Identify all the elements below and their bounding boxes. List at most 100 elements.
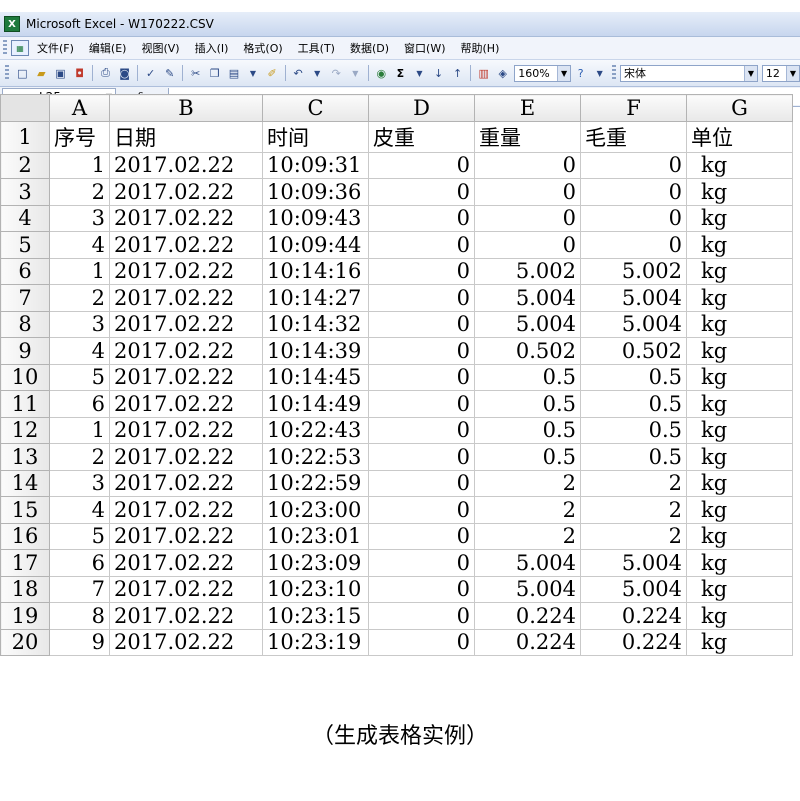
chevron-down-icon[interactable]: ▼	[245, 65, 260, 81]
research-icon[interactable]: ✎	[162, 65, 177, 81]
cell[interactable]: 7	[49, 575, 110, 603]
row-header[interactable]: 6	[0, 257, 50, 285]
menu-data[interactable]: 数据(D)	[350, 40, 389, 56]
cell[interactable]: 0	[368, 496, 475, 524]
cell[interactable]: 0	[368, 575, 475, 603]
menu-file[interactable]: 文件(F)	[37, 40, 74, 56]
cell[interactable]: 0.5	[474, 416, 581, 444]
cell[interactable]: 10:23:00	[262, 496, 369, 524]
cell[interactable]: 4	[49, 496, 110, 524]
cell[interactable]: 2017.02.22	[109, 416, 263, 444]
cell[interactable]: kg	[686, 575, 793, 603]
cell[interactable]: kg	[686, 337, 793, 365]
cell[interactable]: 10:14:32	[262, 310, 369, 338]
column-header[interactable]: F	[580, 94, 687, 122]
cell[interactable]: 5.004	[474, 549, 581, 577]
cell[interactable]: 0	[474, 204, 581, 232]
cell[interactable]: 5.004	[474, 284, 581, 312]
cell[interactable]: 2017.02.22	[109, 549, 263, 577]
cell[interactable]: 2017.02.22	[109, 310, 263, 338]
cell[interactable]: 1	[49, 257, 110, 285]
cell[interactable]: 3	[49, 204, 110, 232]
cell[interactable]: 0	[368, 390, 475, 418]
cell[interactable]: kg	[686, 549, 793, 577]
row-header[interactable]: 5	[0, 231, 50, 259]
cell[interactable]: kg	[686, 416, 793, 444]
cell[interactable]: 时间	[262, 120, 369, 153]
cell[interactable]: 5	[49, 522, 110, 550]
format-painter-icon[interactable]: ✐	[265, 65, 280, 81]
redo-icon[interactable]: ↷	[329, 65, 344, 81]
row-header[interactable]: 4	[0, 204, 50, 232]
cell[interactable]: 0.5	[474, 443, 581, 471]
column-header[interactable]: C	[262, 94, 369, 122]
row-header[interactable]: 15	[0, 496, 50, 524]
cell[interactable]: kg	[686, 602, 793, 630]
save-icon[interactable]: ▣	[53, 65, 68, 81]
cell[interactable]: 4	[49, 231, 110, 259]
cell[interactable]: 毛重	[580, 120, 687, 153]
row-header[interactable]: 11	[0, 390, 50, 418]
cell[interactable]: 2	[580, 469, 687, 497]
paste-icon[interactable]: ▤	[226, 65, 241, 81]
cell[interactable]: 10:09:36	[262, 178, 369, 206]
cell[interactable]: 0	[368, 602, 475, 630]
cell[interactable]: kg	[686, 284, 793, 312]
chevron-down-icon[interactable]: ▼	[785, 65, 799, 81]
cell[interactable]: 2017.02.22	[109, 284, 263, 312]
cell[interactable]: 0	[580, 178, 687, 206]
row-header[interactable]: 12	[0, 416, 50, 444]
row-header[interactable]: 8	[0, 310, 50, 338]
row-header[interactable]: 10	[0, 363, 50, 391]
cell[interactable]: 6	[49, 390, 110, 418]
cell[interactable]: 0.502	[474, 337, 581, 365]
column-header[interactable]: G	[686, 94, 793, 122]
cell[interactable]: 2	[474, 496, 581, 524]
cut-icon[interactable]: ✂	[188, 65, 203, 81]
cell[interactable]: 0.5	[474, 363, 581, 391]
cell[interactable]: 10:14:39	[262, 337, 369, 365]
cell[interactable]: kg	[686, 443, 793, 471]
cell[interactable]: 0.224	[580, 602, 687, 630]
cell[interactable]: 2	[49, 443, 110, 471]
menu-insert[interactable]: 插入(I)	[195, 40, 229, 56]
cell[interactable]: 1	[49, 416, 110, 444]
cell[interactable]: 2017.02.22	[109, 390, 263, 418]
cell[interactable]: 0	[368, 231, 475, 259]
cell[interactable]: 0	[474, 151, 581, 179]
cell[interactable]: 2017.02.22	[109, 257, 263, 285]
hyperlink-icon[interactable]: ◉	[374, 65, 389, 81]
cell[interactable]: 2	[580, 496, 687, 524]
row-header[interactable]: 19	[0, 602, 50, 630]
cell[interactable]: 10:14:45	[262, 363, 369, 391]
cell[interactable]: 2017.02.22	[109, 522, 263, 550]
cell[interactable]: 0	[368, 257, 475, 285]
print-icon[interactable]: ⎙	[98, 65, 113, 81]
row-header[interactable]: 9	[0, 337, 50, 365]
row-header[interactable]: 20	[0, 628, 50, 656]
cell[interactable]: kg	[686, 178, 793, 206]
new-icon[interactable]: □	[15, 65, 30, 81]
cell[interactable]: 10:14:27	[262, 284, 369, 312]
cell[interactable]: 2017.02.22	[109, 204, 263, 232]
cell[interactable]: 2017.02.22	[109, 151, 263, 179]
row-header[interactable]: 14	[0, 469, 50, 497]
cell[interactable]: 0.502	[580, 337, 687, 365]
row-header[interactable]: 18	[0, 575, 50, 603]
cell[interactable]: 10:23:15	[262, 602, 369, 630]
cell[interactable]: 2017.02.22	[109, 602, 263, 630]
cell[interactable]: 10:09:31	[262, 151, 369, 179]
cell[interactable]: 10:09:43	[262, 204, 369, 232]
cell[interactable]: 0	[580, 231, 687, 259]
cell[interactable]: kg	[686, 628, 793, 656]
cell[interactable]: 2017.02.22	[109, 363, 263, 391]
cell[interactable]: 5.004	[580, 575, 687, 603]
cell[interactable]: 0	[368, 522, 475, 550]
permission-icon[interactable]: ◘	[72, 65, 87, 81]
sort-ascending-icon[interactable]: ↓	[431, 65, 446, 81]
workbook-icon[interactable]: ▦	[11, 40, 29, 56]
help-icon[interactable]: ?	[573, 65, 588, 81]
cell[interactable]: 9	[49, 628, 110, 656]
cell[interactable]: 0.5	[580, 416, 687, 444]
cell[interactable]: 2017.02.22	[109, 575, 263, 603]
